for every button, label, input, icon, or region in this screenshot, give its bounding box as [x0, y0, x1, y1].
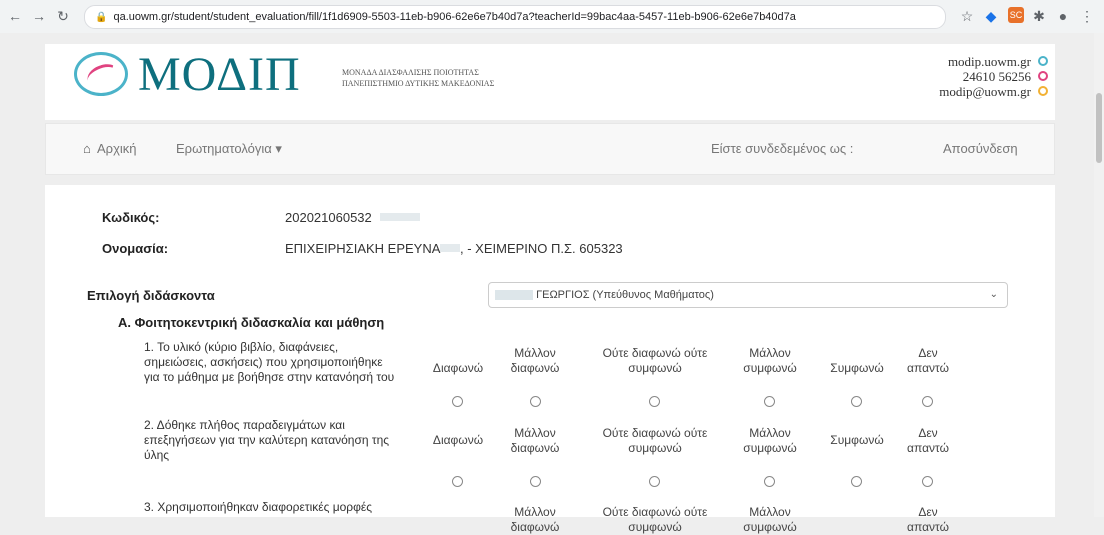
- subtitle-line1: ΜΟΝΑΔΑ ΔΙΑΣΦΑΛΙΣΗΣ ΠΟΙΟΤΗΤΑΣ: [342, 68, 479, 77]
- teacher-select[interactable]: ΓΕΩΡΓΙΟΣ (Υπεύθυνος Μαθήματος) ⌄: [488, 282, 1008, 308]
- q1-radio-4[interactable]: [764, 396, 775, 407]
- q1-radio-5[interactable]: [851, 396, 862, 407]
- q2-option-label-4: Μάλλον συμφωνώ: [743, 426, 797, 455]
- navbar: ⌂ Αρχική Ερωτηματολόγια ▾ Είστε συνδεδεμ…: [45, 123, 1055, 175]
- name-value-part1: ΕΠΙΧΕΙΡΗΣΙΑΚΗ ΕΡΕΥΝΑ: [285, 241, 441, 256]
- q3-option-label-6: Δεν απαντώ: [907, 505, 949, 534]
- q1-option-label-1: Διαφωνώ: [432, 361, 484, 375]
- nav-home[interactable]: Αρχική: [97, 141, 137, 156]
- q2-option-label-6: Δεν απαντώ: [907, 426, 949, 455]
- q2-radio-1[interactable]: [452, 476, 463, 487]
- chevron-down-icon: ⌄: [989, 289, 998, 300]
- name-value-part2: , - ΧΕΙΜΕΡΙΝΟ Π.Σ. 605323: [460, 241, 623, 256]
- nav-logout[interactable]: Αποσύνδεση: [943, 141, 1018, 156]
- subtitle-line2: ΠΑΝΕΠΙΣΤΗΜΙΟ ΔΥΤΙΚΗΣ ΜΑΚΕΔΟΝΙΑΣ: [342, 79, 495, 88]
- redacted-text: [380, 213, 420, 221]
- q2-radio-4[interactable]: [764, 476, 775, 487]
- question-1-text: 1. Το υλικό (κύριο βιβλίο, διαφάνειες, σ…: [144, 340, 395, 384]
- q1-option-label-6: Δεν απαντώ: [907, 346, 949, 375]
- q2-radio-2[interactable]: [530, 476, 541, 487]
- contact-phone: 24610 56256: [962, 69, 1031, 84]
- q1-radio-1[interactable]: [452, 396, 463, 407]
- star-icon[interactable]: ☆: [958, 7, 976, 25]
- q2-radio-5[interactable]: [851, 476, 862, 487]
- q1-option-label-2: Μάλλον διαφωνώ: [510, 346, 560, 375]
- back-icon[interactable]: ←: [6, 7, 24, 25]
- web-dot-icon: [1038, 56, 1048, 66]
- question-3-text: 3. Χρησιμοποιήθηκαν διαφορετικές μορφές: [144, 500, 373, 514]
- logo-text: ΜΟΔΙΠ: [138, 48, 301, 101]
- browser-toolbar: ← → ↻ 🔒 qa.uowm.gr/student/student_evalua…: [0, 0, 1104, 34]
- question-2-text: 2. Δόθηκε πλήθος παραδειγμάτων και επεξη…: [144, 418, 390, 462]
- url-text: qa.uowm.gr/student/student_evaluation/fi…: [113, 11, 796, 23]
- extension-sc-icon[interactable]: SC: [1008, 7, 1024, 23]
- scrollbar[interactable]: [1094, 33, 1104, 517]
- q3-option-label-2: Μάλλον διαφωνώ: [510, 505, 560, 534]
- q3-option-label-4: Μάλλον συμφωνώ: [743, 505, 797, 534]
- q1-radio-6[interactable]: [922, 396, 933, 407]
- q2-radio-3[interactable]: [649, 476, 660, 487]
- q1-option-label-5: Συμφωνώ: [830, 361, 884, 375]
- q2-option-label-1: Διαφωνώ: [432, 433, 484, 447]
- q2-radio-6[interactable]: [922, 476, 933, 487]
- forward-icon[interactable]: →: [30, 7, 48, 25]
- nav-questionnaires[interactable]: Ερωτηματολόγια ▾: [176, 141, 282, 157]
- code-value: 202021060532: [285, 210, 372, 225]
- contact-info: modip.uowm.gr 24610 56256 modip@uowm.gr: [939, 54, 1031, 99]
- scrollbar-thumb[interactable]: [1096, 93, 1102, 163]
- phone-dot-icon: [1038, 71, 1048, 81]
- reload-icon[interactable]: ↻: [54, 7, 72, 25]
- code-label: Κωδικός:: [102, 210, 160, 225]
- q1-option-label-4: Μάλλον συμφωνώ: [743, 346, 797, 375]
- q1-radio-3[interactable]: [649, 396, 660, 407]
- lock-icon: 🔒: [95, 12, 108, 23]
- q3-option-label-3: Ούτε διαφωνώ ούτε συμφωνώ: [602, 505, 708, 534]
- profile-avatar-icon[interactable]: ●: [1054, 7, 1072, 25]
- teacher-label: Επιλογή διδάσκοντα: [87, 288, 215, 303]
- redacted-text: [495, 290, 533, 301]
- menu-dots-icon[interactable]: ⋮: [1078, 7, 1096, 25]
- logo-icon: [74, 52, 128, 96]
- q1-radio-2[interactable]: [530, 396, 541, 407]
- email-dot-icon: [1038, 86, 1048, 96]
- contact-website[interactable]: modip.uowm.gr: [939, 54, 1031, 69]
- address-bar[interactable]: 🔒 qa.uowm.gr/student/student_evaluation/f…: [84, 5, 946, 29]
- teacher-selected: ΓΕΩΡΓΙΟΣ (Υπεύθυνος Μαθήματος): [536, 289, 714, 301]
- q2-option-label-2: Μάλλον διαφωνώ: [510, 426, 560, 455]
- q2-option-label-3: Ούτε διαφωνώ ούτε συμφωνώ: [602, 426, 708, 455]
- puzzle-icon[interactable]: ✱: [1030, 7, 1048, 25]
- logged-in-label: Είστε συνδεδεμένος ως :: [711, 141, 854, 156]
- redacted-text: [440, 244, 460, 252]
- logo-subtitle: ΜΟΝΑΔΑ ΔΙΑΣΦΑΛΙΣΗΣ ΠΟΙΟΤΗΤΑΣ ΠΑΝΕΠΙΣΤΗΜΙ…: [342, 67, 494, 89]
- section-title: Α. Φοιτητοκεντρική διδασκαλία και μάθηση: [118, 315, 385, 330]
- q2-option-label-5: Συμφωνώ: [830, 433, 884, 447]
- home-icon[interactable]: ⌂: [83, 141, 91, 156]
- name-label: Ονομασία:: [102, 241, 169, 256]
- contact-email[interactable]: modip@uowm.gr: [939, 84, 1031, 99]
- extension-hat-icon[interactable]: ◆: [982, 7, 1000, 25]
- q1-option-label-3: Ούτε διαφωνώ ούτε συμφωνώ: [602, 346, 708, 375]
